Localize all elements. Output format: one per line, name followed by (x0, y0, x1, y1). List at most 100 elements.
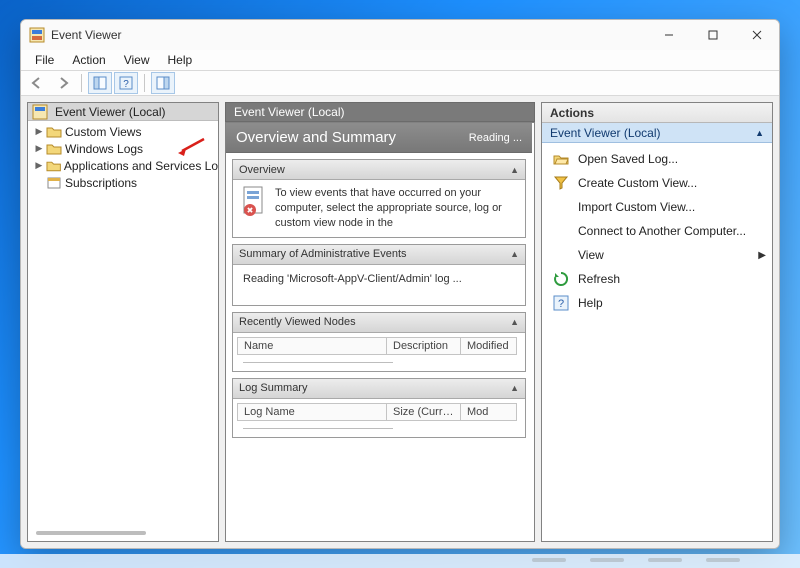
col-name[interactable]: Name (237, 337, 387, 355)
actions-scope-label: Event Viewer (Local) (550, 126, 661, 140)
folder-open-icon (552, 150, 570, 168)
admin-summary-section: Summary of Administrative Events ▲ Readi… (232, 244, 526, 306)
table-header[interactable]: Name Description Modified (237, 337, 521, 355)
menu-file[interactable]: File (27, 51, 62, 69)
tree-item-subscriptions[interactable]: Subscriptions (28, 174, 218, 191)
tree-items: ▶ Custom Views ▶ Windows Logs ▶ Applicat… (28, 121, 218, 191)
chevron-right-icon[interactable]: ▶ (34, 144, 44, 154)
reading-status: Reading ... (469, 132, 522, 144)
col-log-name[interactable]: Log Name (237, 403, 387, 421)
center-header-label: Event Viewer (Local) (234, 105, 345, 119)
collapse-icon[interactable]: ▲ (510, 249, 519, 259)
action-label: Open Saved Log... (578, 152, 678, 166)
menu-help[interactable]: Help (160, 51, 201, 69)
summary-text: Reading 'Microsoft-AppV-Client/Admin' lo… (243, 273, 462, 285)
chevron-right-icon[interactable]: ▶ (34, 127, 44, 137)
action-refresh[interactable]: Refresh (542, 267, 772, 291)
overview-title-bar: Overview and Summary Reading ... (226, 123, 532, 153)
section-header[interactable]: Summary of Administrative Events ▲ (233, 245, 525, 265)
log-summary-section: Log Summary ▲ Log Name Size (Curr… Mod (232, 378, 526, 438)
center-pane: Event Viewer (Local) Overview and Summar… (225, 102, 535, 542)
action-import-custom-view[interactable]: Import Custom View... (542, 195, 772, 219)
window-title: Event Viewer (51, 28, 121, 42)
action-view-submenu[interactable]: View ▶ (542, 243, 772, 267)
tree-item-apps-services[interactable]: ▶ Applications and Services Lo (28, 157, 218, 174)
close-button[interactable] (735, 20, 779, 50)
folder-icon (46, 124, 62, 140)
action-open-saved-log[interactable]: Open Saved Log... (542, 147, 772, 171)
subscriptions-icon (46, 175, 62, 191)
table-empty-line (243, 425, 393, 429)
menu-action[interactable]: Action (64, 51, 113, 69)
collapse-icon[interactable]: ▲ (755, 128, 764, 138)
actions-header-label: Actions (550, 106, 594, 120)
action-connect-computer[interactable]: Connect to Another Computer... (542, 219, 772, 243)
tree-h-scrollbar[interactable] (36, 531, 186, 535)
section-header[interactable]: Log Summary ▲ (233, 379, 525, 399)
properties-button[interactable] (151, 72, 175, 94)
actions-list: Open Saved Log... Create Custom View... … (542, 143, 772, 319)
maximize-button[interactable] (691, 20, 735, 50)
col-modified[interactable]: Modified (461, 337, 517, 355)
refresh-icon (552, 270, 570, 288)
nav-tree[interactable]: Event Viewer (Local) ▶ Custom Views ▶ Wi… (27, 102, 219, 542)
center-body: Overview and Summary Reading ... Overvie… (225, 122, 535, 542)
logsum-table: Log Name Size (Curr… Mod (237, 403, 521, 429)
tree-item-label: Applications and Services Lo (64, 159, 218, 173)
log-info-icon: ✖ (241, 186, 267, 220)
svg-text:✖: ✖ (247, 206, 254, 215)
taskbar-partial (0, 554, 800, 568)
action-label: Connect to Another Computer... (578, 224, 746, 238)
folder-icon (46, 141, 62, 157)
actions-scope[interactable]: Event Viewer (Local) ▲ (542, 123, 772, 143)
help-toolbar-button[interactable]: ? (114, 72, 138, 94)
forward-button[interactable] (51, 72, 75, 94)
overview-section: Overview ▲ ✖ To view events that have oc… (232, 159, 526, 238)
section-header[interactable]: Recently Viewed Nodes ▲ (233, 313, 525, 333)
folder-icon (46, 158, 61, 174)
chevron-right-icon[interactable]: ▶ (34, 161, 44, 171)
actions-header: Actions (542, 103, 772, 123)
section-body: ✖ To view events that have occurred on y… (233, 180, 525, 237)
event-viewer-icon (32, 104, 48, 120)
collapse-icon[interactable]: ▲ (510, 317, 519, 327)
blank-icon (552, 198, 570, 216)
col-mod[interactable]: Mod (461, 403, 517, 421)
tree-item-windows-logs[interactable]: ▶ Windows Logs (28, 140, 218, 157)
col-description[interactable]: Description (387, 337, 461, 355)
section-label: Log Summary (239, 382, 307, 394)
spacer (34, 178, 44, 188)
menu-view[interactable]: View (116, 51, 158, 69)
body: Event Viewer (Local) ▶ Custom Views ▶ Wi… (21, 96, 779, 548)
overview-text: To view events that have occurred on you… (275, 186, 517, 231)
show-tree-button[interactable] (88, 72, 112, 94)
recent-table: Name Description Modified (237, 337, 521, 363)
tree-root[interactable]: Event Viewer (Local) (28, 103, 218, 121)
window-controls (647, 20, 779, 50)
col-size[interactable]: Size (Curr… (387, 403, 461, 421)
section-header[interactable]: Overview ▲ (233, 160, 525, 180)
collapse-icon[interactable]: ▲ (510, 383, 519, 393)
app-icon (29, 27, 45, 43)
section-body: Reading 'Microsoft-AppV-Client/Admin' lo… (233, 265, 525, 305)
action-help[interactable]: ? Help (542, 291, 772, 315)
action-label: Create Custom View... (578, 176, 697, 190)
section-label: Overview (239, 164, 285, 176)
center-scroll[interactable]: Overview and Summary Reading ... Overvie… (226, 123, 534, 541)
action-create-custom-view[interactable]: Create Custom View... (542, 171, 772, 195)
section-label: Summary of Administrative Events (239, 248, 407, 260)
toolbar-divider (144, 74, 145, 92)
tree-item-label: Subscriptions (65, 176, 137, 190)
toolbar: ? (21, 70, 779, 96)
blank-icon (552, 222, 570, 240)
tree-item-custom-views[interactable]: ▶ Custom Views (28, 123, 218, 140)
minimize-button[interactable] (647, 20, 691, 50)
menu-bar: File Action View Help (21, 50, 779, 70)
collapse-icon[interactable]: ▲ (510, 165, 519, 175)
back-button[interactable] (25, 72, 49, 94)
toolbar-divider (81, 74, 82, 92)
filter-icon (552, 174, 570, 192)
table-header[interactable]: Log Name Size (Curr… Mod (237, 403, 521, 421)
tree-root-label: Event Viewer (Local) (55, 105, 166, 119)
actions-pane: Actions Event Viewer (Local) ▲ Open Save… (541, 102, 773, 542)
